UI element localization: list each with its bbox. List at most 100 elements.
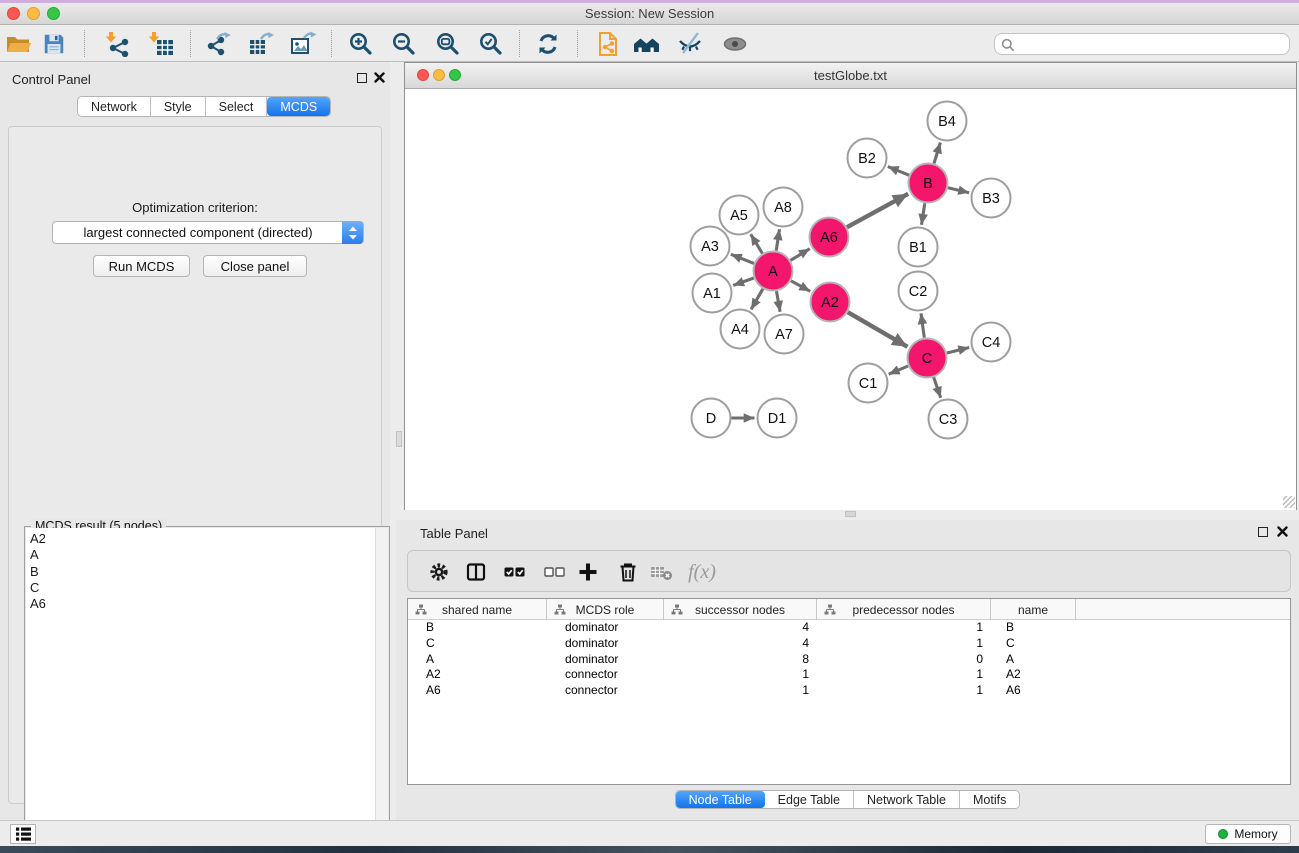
zoom-selected-button[interactable]	[474, 27, 508, 61]
graph-node-B4[interactable]: B4	[928, 102, 967, 141]
graph-edge-A6-B[interactable]	[847, 194, 908, 227]
table-cell[interactable]: A6	[991, 683, 1076, 699]
tab-select[interactable]: Select	[206, 97, 268, 116]
close-table-panel-button[interactable]	[1277, 526, 1288, 537]
open-session-button[interactable]	[1, 27, 35, 61]
table-cell[interactable]: C	[408, 636, 547, 652]
close-panel-button-mcds[interactable]: Close panel	[203, 255, 307, 277]
column-header-shared-name[interactable]: shared name	[408, 599, 547, 620]
table-cell[interactable]: B	[408, 620, 547, 636]
table-cell[interactable]: 1	[817, 636, 991, 652]
graph-node-A6[interactable]: A6	[810, 218, 849, 257]
column-header-MCDS-role[interactable]: MCDS role	[547, 599, 664, 620]
graph-node-B1[interactable]: B1	[899, 228, 938, 267]
graph-node-A1[interactable]: A1	[693, 274, 732, 313]
table-cell[interactable]: 4	[664, 620, 817, 636]
tab-style[interactable]: Style	[151, 97, 206, 116]
graph-node-C1[interactable]: C1	[849, 364, 888, 403]
delete-column-button[interactable]	[612, 556, 644, 588]
resize-grip-icon[interactable]	[1283, 496, 1295, 508]
export-network-button[interactable]	[201, 27, 235, 61]
graph-edge-A-A5[interactable]	[751, 234, 763, 253]
hide-graphics-details-button[interactable]	[673, 27, 707, 61]
search-input[interactable]	[1019, 35, 1284, 53]
graph-edge-B-B1[interactable]	[922, 203, 925, 225]
table-row[interactable]: Bdominator41B	[408, 620, 1290, 636]
column-layout-button[interactable]	[460, 556, 492, 588]
export-table-button[interactable]	[244, 27, 278, 61]
mcds-result-item[interactable]: A6	[30, 596, 376, 612]
graph-edge-B-B3[interactable]	[948, 188, 969, 193]
save-session-button[interactable]	[37, 27, 71, 61]
tab-network-table[interactable]: Network Table	[854, 791, 960, 808]
graph-node-A2[interactable]: A2	[811, 283, 850, 322]
column-header-successor-nodes[interactable]: successor nodes	[664, 599, 817, 620]
deselect-all-columns-button[interactable]	[539, 556, 571, 588]
close-panel-button[interactable]	[374, 72, 385, 83]
graph-node-C3[interactable]: C3	[929, 400, 968, 439]
table-cell[interactable]: dominator	[547, 620, 664, 636]
graph-node-A[interactable]: A	[754, 252, 793, 291]
table-settings-button[interactable]	[423, 556, 455, 588]
table-cell[interactable]: A2	[408, 667, 547, 683]
add-column-button[interactable]	[572, 556, 604, 588]
table-cell[interactable]: A2	[991, 667, 1076, 683]
table-row[interactable]: A6connector11A6	[408, 683, 1290, 699]
refresh-button[interactable]	[531, 27, 565, 61]
mcds-result-item[interactable]: A2	[30, 531, 376, 547]
graph-node-D1[interactable]: D1	[758, 399, 797, 438]
table-cell[interactable]: dominator	[547, 636, 664, 652]
graph-edge-A-A8[interactable]	[776, 229, 779, 251]
select-all-columns-button[interactable]	[499, 556, 531, 588]
graph-node-A7[interactable]: A7	[765, 315, 804, 354]
run-mcds-button[interactable]: Run MCDS	[93, 255, 190, 277]
graph-edge-B-B2[interactable]	[888, 167, 909, 176]
table-cell[interactable]: A6	[408, 683, 547, 699]
graph-node-C[interactable]: C	[908, 339, 947, 378]
graph-edge-C-C2[interactable]	[921, 313, 924, 337]
graph-edge-A-A4[interactable]	[751, 289, 763, 310]
optimization-criterion-dropdown[interactable]: largest connected component (directed)	[52, 221, 364, 244]
graph-node-B2[interactable]: B2	[848, 139, 887, 178]
table-row[interactable]: Cdominator41C	[408, 636, 1290, 652]
graph-node-A4[interactable]: A4	[721, 310, 760, 349]
splitter-handle[interactable]	[845, 511, 856, 517]
table-cell[interactable]: B	[991, 620, 1076, 636]
graph-node-C2[interactable]: C2	[899, 272, 938, 311]
table-cell[interactable]: A	[408, 652, 547, 668]
table-cell[interactable]: 4	[664, 636, 817, 652]
graph-node-B[interactable]: B	[909, 164, 948, 203]
import-table-button[interactable]	[144, 27, 178, 61]
mcds-result-item[interactable]: A	[30, 547, 376, 563]
tab-mcds[interactable]: MCDS	[267, 97, 330, 116]
import-network-button[interactable]	[101, 27, 135, 61]
graph-node-A3[interactable]: A3	[691, 227, 730, 266]
new-network-from-file-button[interactable]	[591, 27, 625, 61]
table-cell[interactable]: 1	[817, 620, 991, 636]
table-cell[interactable]: 1	[817, 667, 991, 683]
table-cell[interactable]: C	[991, 636, 1076, 652]
graph-edge-A-A1[interactable]	[733, 278, 754, 285]
graph-node-B3[interactable]: B3	[972, 179, 1011, 218]
graph-node-D[interactable]: D	[692, 399, 731, 438]
tab-node-table[interactable]: Node Table	[676, 791, 765, 808]
graph-node-C4[interactable]: C4	[972, 323, 1011, 362]
zoom-fit-button[interactable]	[431, 27, 465, 61]
tab-motifs[interactable]: Motifs	[960, 791, 1019, 808]
result-scrollbar[interactable]	[375, 528, 388, 853]
table-row[interactable]: A2connector11A2	[408, 667, 1290, 683]
table-cell[interactable]: dominator	[547, 652, 664, 668]
graph-edge-C-C4[interactable]	[947, 348, 969, 354]
table-cell[interactable]: 8	[664, 652, 817, 668]
table-cell[interactable]: 0	[817, 652, 991, 668]
mcds-result-item[interactable]: B	[30, 564, 376, 580]
tab-edge-table[interactable]: Edge Table	[765, 791, 854, 808]
graph-edge-B-B4[interactable]	[934, 143, 940, 164]
graph-node-A8[interactable]: A8	[764, 188, 803, 227]
graph-node-A5[interactable]: A5	[720, 196, 759, 235]
network-canvas[interactable]: B4 B2 B B3 A8A5 A6 A3 B1 A C2 A1 A2 A4A7 C4 C C1 C3 D D1	[405, 89, 1296, 510]
graph-edge-C-C1[interactable]	[889, 366, 908, 374]
graph-edge-A-A3[interactable]	[731, 254, 754, 263]
function-builder-button[interactable]: f(x)	[682, 556, 722, 588]
graph-edge-A2-C[interactable]	[848, 312, 908, 347]
